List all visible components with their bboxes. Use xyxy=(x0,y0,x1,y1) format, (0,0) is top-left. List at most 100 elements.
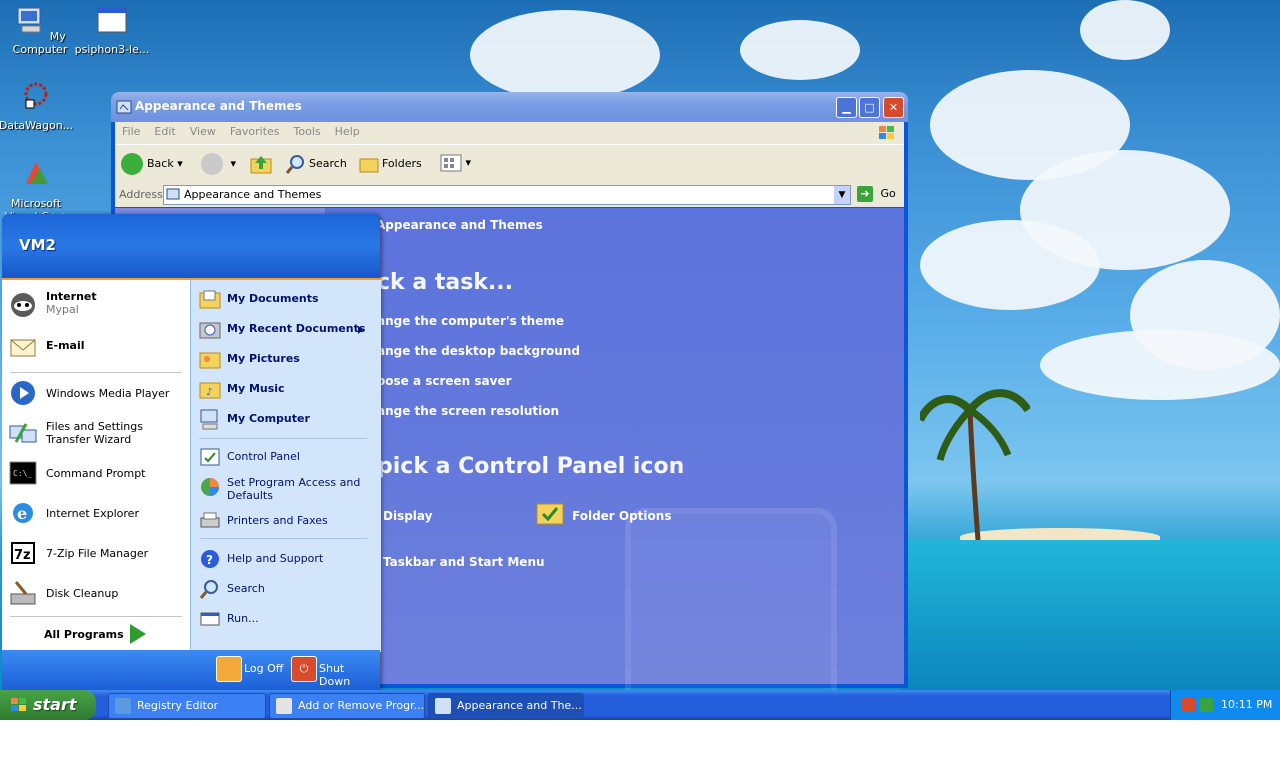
recent-internet-explorer-label: Internet Explorer xyxy=(46,507,139,520)
tray-safely-remove-icon[interactable] xyxy=(1199,698,1213,712)
search-label: Search xyxy=(309,157,347,170)
menu-help[interactable]: Help xyxy=(328,122,367,141)
recent-disk-cleanup[interactable]: Disk Cleanup xyxy=(8,578,186,610)
recent-command-prompt[interactable]: C:\_ Command Prompt xyxy=(8,458,186,490)
my-pictures-item[interactable]: My Pictures xyxy=(199,348,369,370)
task-change-resolution[interactable]: ange the screen resolution xyxy=(377,404,559,418)
my-computer-label: My Computer xyxy=(227,412,310,425)
desktop-icon-psiphon[interactable]: psiphon3-le... xyxy=(72,4,152,56)
media-player-icon xyxy=(11,381,35,405)
my-computer-item[interactable]: My Computer xyxy=(199,408,369,430)
address-input[interactable]: Appearance and Themes ▼ xyxy=(163,185,851,205)
start-menu-footer: Log Off ⏻ Shut Down xyxy=(2,650,380,690)
recent-7zip[interactable]: 7z 7-Zip File Manager xyxy=(8,538,186,570)
palm-tree xyxy=(920,389,1030,540)
menu-tools[interactable]: Tools xyxy=(287,122,328,141)
folder-options-icon xyxy=(536,503,564,525)
task-choose-screensaver[interactable]: oose a screen saver xyxy=(377,374,512,388)
menu-favorites[interactable]: Favorites xyxy=(223,122,287,141)
taskbar-item-appearance[interactable]: Appearance and The... xyxy=(428,693,584,719)
task-change-background[interactable]: ange the desktop background xyxy=(377,344,580,358)
go-button[interactable]: ➜ Go xyxy=(857,186,896,202)
my-recent-documents-item[interactable]: My Recent Documents xyxy=(199,318,371,340)
desktop-icon-datawagon[interactable]: DataWagon... xyxy=(0,80,76,132)
back-button[interactable]: Back ▾ xyxy=(121,153,183,175)
recent-media-player[interactable]: Windows Media Player xyxy=(8,378,186,410)
all-programs-button[interactable]: All Programs xyxy=(44,624,184,646)
pinned-internet[interactable]: Internet Mypal xyxy=(8,290,186,322)
run-label: Run... xyxy=(227,612,259,625)
run-item[interactable]: Run... xyxy=(199,608,369,630)
pick-icon-heading: pick a Control Panel icon xyxy=(377,454,685,479)
views-button[interactable]: ▾ xyxy=(440,153,471,173)
search-item[interactable]: Search xyxy=(199,578,369,600)
address-bar: Address Appearance and Themes ▼ ➜ Go xyxy=(115,183,904,207)
log-off-button[interactable]: Log Off xyxy=(216,656,286,682)
printer-icon xyxy=(200,512,220,528)
folder-window-icon xyxy=(116,100,132,114)
content-header: Appearance and Themes xyxy=(376,218,543,232)
svg-text:7z: 7z xyxy=(14,548,31,563)
svg-text:?: ? xyxy=(206,553,213,567)
start-menu-header: VM2 xyxy=(2,214,380,278)
close-button[interactable]: ✕ xyxy=(883,97,904,118)
address-dropdown-button[interactable]: ▼ xyxy=(834,186,850,204)
menu-view[interactable]: View xyxy=(183,122,223,141)
svg-text:C:\_: C:\_ xyxy=(13,469,32,478)
windows-flag-icon xyxy=(879,126,894,139)
search-button[interactable]: Search xyxy=(285,153,347,175)
my-music-item[interactable]: ♪ My Music xyxy=(199,378,369,400)
right-separator xyxy=(199,438,367,439)
pinned-internet-sub: Mypal xyxy=(46,303,79,316)
help-support-label: Help and Support xyxy=(227,552,324,565)
my-documents-icon xyxy=(199,290,221,309)
recent-media-player-label: Windows Media Player xyxy=(46,387,170,400)
cp-icon-taskbar[interactable]: Taskbar and Start Menu xyxy=(383,555,545,569)
taskbar-item-registry-editor[interactable]: Registry Editor xyxy=(108,693,266,719)
menu-file[interactable]: File xyxy=(115,122,147,141)
back-arrow-icon xyxy=(121,153,143,175)
minimize-button[interactable]: ▁ xyxy=(836,97,857,118)
taskbar-item-label: Appearance and The... xyxy=(457,699,582,712)
transfer-wizard-icon xyxy=(9,423,37,443)
printers-faxes-item[interactable]: Printers and Faxes xyxy=(199,510,369,532)
folders-icon xyxy=(359,158,379,173)
maximize-button[interactable]: □ xyxy=(859,97,880,118)
search-label: Search xyxy=(227,582,265,595)
views-icon xyxy=(440,154,462,172)
up-folder-icon[interactable] xyxy=(249,153,273,175)
set-program-access-item[interactable]: Set Program Access and Defaults xyxy=(199,476,369,504)
windows-flag-icon xyxy=(11,698,26,711)
cp-icon-folder-options[interactable]: Folder Options xyxy=(572,509,671,523)
cp-icon-display[interactable]: Display xyxy=(383,509,432,523)
tray-network-icon[interactable] xyxy=(1181,698,1195,712)
folders-button[interactable]: Folders xyxy=(358,153,422,175)
registry-icon xyxy=(115,698,131,714)
recent-transfer-wizard-label: Files and Settings Transfer Wizard xyxy=(46,420,143,446)
desktop-icon-label: DataWagon... xyxy=(0,119,74,132)
taskbar-item-add-remove[interactable]: Add or Remove Progr... xyxy=(269,693,425,719)
clock[interactable]: 10:11 PM xyxy=(1221,698,1272,711)
control-panel-item[interactable]: Control Panel xyxy=(199,446,369,468)
my-documents-item[interactable]: My Documents xyxy=(199,288,369,310)
internet-explorer-icon: e xyxy=(13,503,33,523)
all-programs-arrow-icon xyxy=(130,624,146,644)
help-support-item[interactable]: ? Help and Support xyxy=(199,548,369,570)
pinned-email[interactable]: E-mail xyxy=(8,332,186,364)
forward-button[interactable]: ▾ xyxy=(201,153,236,175)
start-button[interactable]: start xyxy=(0,690,96,720)
task-change-theme[interactable]: ange the computer's theme xyxy=(377,314,564,328)
recent-transfer-wizard[interactable]: Files and Settings Transfer Wizard xyxy=(8,418,186,450)
menu-edit[interactable]: Edit xyxy=(147,122,182,141)
email-icon xyxy=(10,339,36,357)
start-menu-right-column: My Documents My Recent Documents My Pict… xyxy=(190,278,381,652)
window-titlebar[interactable]: Appearance and Themes ▁ □ ✕ xyxy=(111,92,908,122)
pinned-email-title: E-mail xyxy=(46,339,85,352)
recent-internet-explorer[interactable]: e Internet Explorer xyxy=(8,498,186,530)
run-icon xyxy=(200,612,220,626)
shut-down-button[interactable]: ⏻ Shut Down xyxy=(291,656,377,688)
taskbar-item-label: Add or Remove Progr... xyxy=(298,699,425,712)
7zip-icon: 7z xyxy=(11,542,35,564)
desktop-icon-my-computer[interactable]: My Computer xyxy=(0,4,80,56)
control-panel-icon xyxy=(200,448,220,466)
